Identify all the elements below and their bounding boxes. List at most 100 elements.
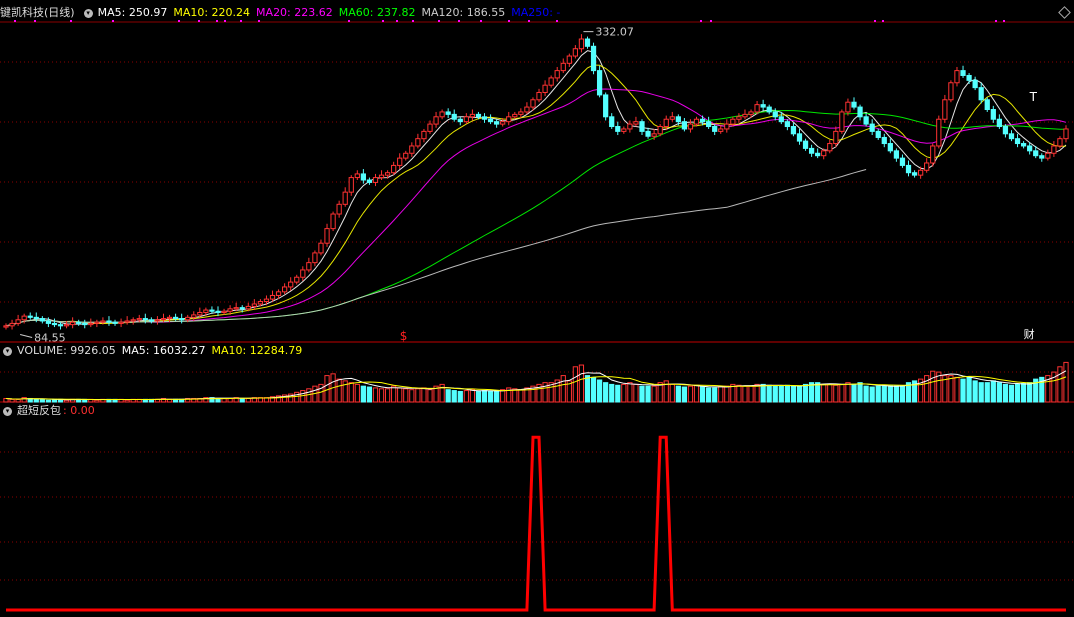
- volume-bar: [1008, 384, 1015, 403]
- volume-bar: [572, 366, 578, 403]
- volume-bar: [560, 375, 566, 403]
- volume-bar: [603, 382, 609, 403]
- volume-bar: [366, 386, 373, 403]
- candle-body: [566, 55, 572, 64]
- volume-bar: [839, 383, 845, 403]
- candle-body: [918, 169, 924, 176]
- volume-bar: [469, 389, 476, 403]
- candle-body: [851, 101, 857, 108]
- volume-bar: [1002, 383, 1009, 403]
- signal-dot: [874, 20, 876, 22]
- candle-body: [808, 147, 815, 154]
- chevron-down-icon[interactable]: ▾: [83, 8, 93, 18]
- volume-bar: [39, 398, 45, 403]
- candle-body: [845, 101, 851, 113]
- s-marker[interactable]: $: [400, 329, 408, 343]
- candle-body: [142, 318, 148, 321]
- candle-body: [596, 70, 603, 96]
- candle-body: [966, 74, 972, 81]
- candle-body: [3, 325, 9, 328]
- volume-bar: [409, 389, 415, 403]
- candle-body: [318, 242, 324, 254]
- candle-body: [518, 111, 524, 115]
- candle-body: [942, 99, 948, 120]
- volume-bar: [802, 383, 809, 403]
- volume-bar: [887, 385, 893, 403]
- volume-bar: [627, 382, 633, 403]
- candle-body: [669, 116, 675, 120]
- volume-bar: [15, 398, 21, 403]
- candle-body: [148, 319, 154, 322]
- volume-bar: [681, 386, 688, 403]
- candle-body: [609, 116, 615, 128]
- volume-bar: [736, 384, 742, 403]
- chevron-down-icon[interactable]: ▾: [3, 406, 12, 416]
- candle-body: [778, 116, 784, 123]
- candle-body: [354, 173, 360, 179]
- candle-body: [584, 38, 591, 47]
- volume-bar: [1020, 383, 1027, 403]
- candle-body: [887, 143, 893, 152]
- candle-body: [118, 321, 124, 324]
- candle-body: [615, 126, 621, 132]
- candle-body: [875, 130, 881, 138]
- ma-legend-item: MA120: 186.55: [421, 6, 505, 19]
- ma-legend-value: -: [556, 6, 561, 19]
- candle-body: [469, 113, 476, 118]
- candle-body: [990, 109, 996, 120]
- chevron-down-icon[interactable]: ▾: [3, 346, 12, 356]
- volume-bar: [966, 376, 972, 403]
- candle-body: [45, 320, 52, 324]
- signal-dot: [700, 20, 702, 22]
- volume-bar: [596, 379, 603, 403]
- volume-bar: [984, 382, 990, 403]
- candle-body: [439, 111, 445, 118]
- volume-bar: [863, 385, 869, 403]
- candle-body: [257, 301, 264, 305]
- ma-legend-value: 250.97: [128, 6, 168, 19]
- candle-body: [427, 123, 433, 132]
- indicator-signal-line: [6, 435, 1066, 612]
- volume-bars: [3, 361, 1069, 403]
- candle-body: [269, 294, 276, 300]
- candle-body: [924, 162, 930, 171]
- volume-bar: [924, 375, 930, 403]
- stock-name[interactable]: 键凯科技(日线): [0, 5, 75, 21]
- volume-bar: [742, 385, 748, 403]
- volume-bar: [63, 399, 70, 403]
- volume-bar: [481, 390, 488, 403]
- t-marker: T: [1029, 90, 1038, 104]
- candle-body: [512, 113, 518, 118]
- candle-body: [233, 307, 239, 310]
- volume-ma10-label: MA10:: [211, 344, 247, 357]
- candle-body: [821, 150, 827, 157]
- candle-body: [21, 315, 27, 321]
- candle-body: [82, 322, 88, 326]
- low-price-pointer: [19, 333, 33, 338]
- candle-body: [536, 91, 542, 101]
- candle-body: [215, 310, 221, 313]
- candle-body: [687, 123, 694, 130]
- candle-body: [742, 113, 748, 118]
- stock-chart-canvas[interactable]: 332.07 84.55 $ 财 T: [0, 0, 1074, 617]
- candle-body: [324, 228, 330, 244]
- volume-bar: [645, 385, 651, 403]
- volume-bar: [760, 383, 766, 403]
- candle-body: [724, 123, 730, 130]
- volume-bar: [621, 383, 627, 403]
- volume-bar: [651, 385, 657, 403]
- candle-body: [1045, 152, 1051, 159]
- finance-marker[interactable]: 财: [1024, 327, 1035, 341]
- volume-bar: [354, 383, 360, 403]
- indicator-name[interactable]: 超短反包: [17, 403, 61, 419]
- candle-body: [802, 140, 809, 149]
- candle-body: [748, 111, 754, 115]
- candle-body: [639, 121, 645, 132]
- volume-bar: [718, 385, 724, 403]
- volume-bar: [1063, 361, 1069, 403]
- candle-body: [930, 145, 936, 164]
- candle-body: [833, 130, 839, 145]
- candle-body: [384, 172, 391, 176]
- candle-body: [1027, 145, 1033, 152]
- signal-dot: [995, 20, 997, 22]
